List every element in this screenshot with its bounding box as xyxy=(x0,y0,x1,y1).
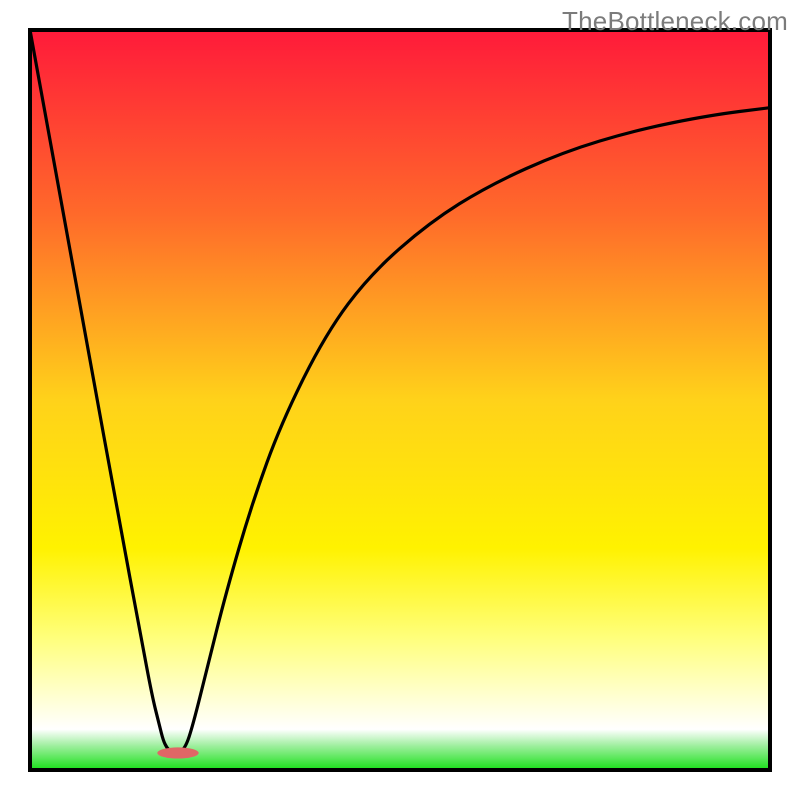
chart-svg xyxy=(0,0,800,800)
plot-background-gradient xyxy=(30,30,770,770)
optimal-marker-pill xyxy=(157,747,198,758)
bottleneck-chart: TheBottleneck.com xyxy=(0,0,800,800)
